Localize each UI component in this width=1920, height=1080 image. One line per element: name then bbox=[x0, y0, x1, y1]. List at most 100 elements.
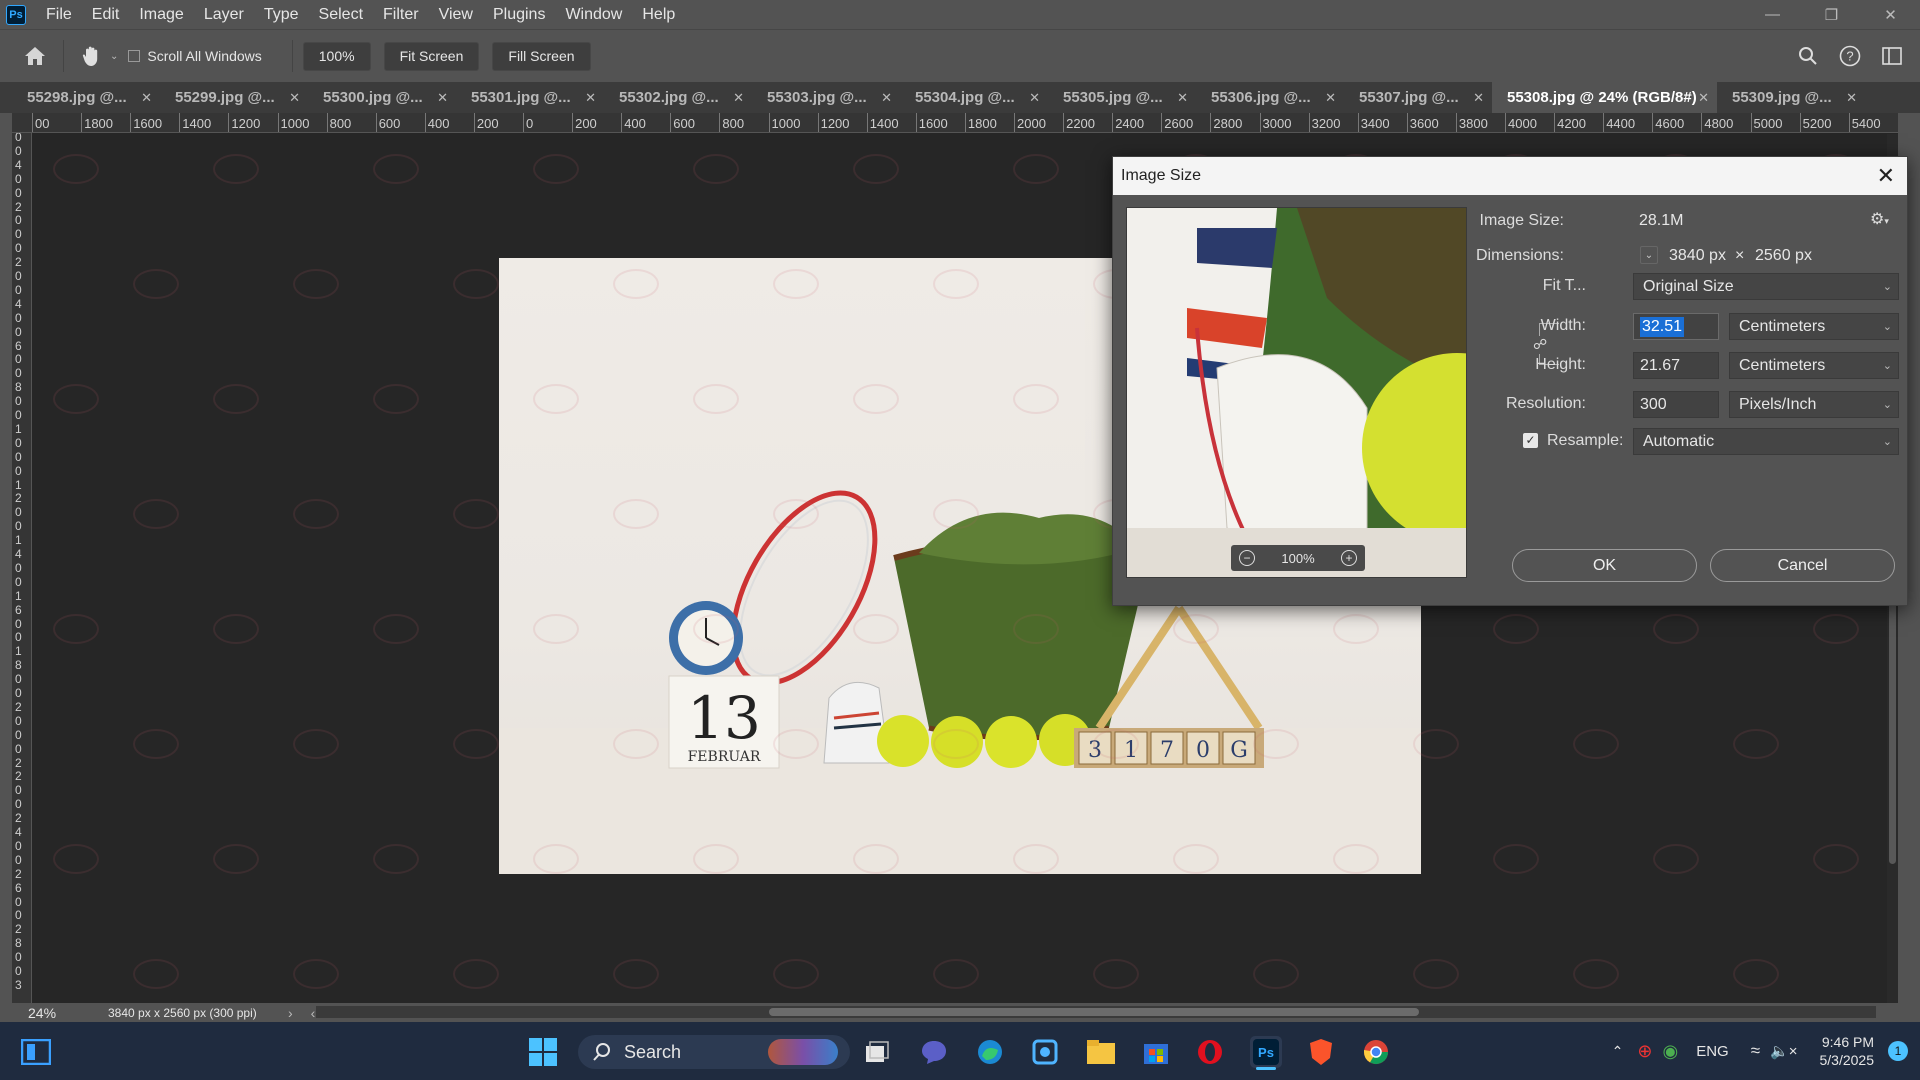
menu-type[interactable]: Type bbox=[254, 0, 309, 29]
help-icon[interactable]: ? bbox=[1836, 38, 1864, 74]
menu-layer[interactable]: Layer bbox=[194, 0, 254, 29]
resolution-unit-select[interactable]: Pixels/Inch ⌄ bbox=[1729, 391, 1899, 418]
chevron-right-icon[interactable]: › bbox=[288, 1005, 293, 1021]
tab-close-icon[interactable]: ✕ bbox=[733, 90, 744, 106]
status-zoom[interactable]: 24% bbox=[28, 1005, 108, 1021]
document-tab[interactable]: 55299.jpg @... ✕ bbox=[160, 82, 308, 113]
document-tab[interactable]: 55298.jpg @... ✕ bbox=[12, 82, 160, 113]
close-window-icon[interactable]: ✕ bbox=[1861, 0, 1920, 29]
menu-view[interactable]: View bbox=[429, 0, 483, 29]
document-tab[interactable]: 55304.jpg @... ✕ bbox=[900, 82, 1048, 113]
chrome-icon[interactable] bbox=[1360, 1036, 1392, 1068]
photoshop-taskbar-icon[interactable]: Ps bbox=[1250, 1036, 1282, 1068]
speaker-muted-icon[interactable]: 🔈× bbox=[1770, 1042, 1797, 1060]
document-tab[interactable]: 55302.jpg @... ✕ bbox=[604, 82, 752, 113]
horizontal-scrollbar[interactable] bbox=[316, 1006, 1876, 1018]
wifi-icon[interactable]: ≈ bbox=[1751, 1041, 1760, 1061]
file-explorer-icon[interactable] bbox=[1085, 1036, 1117, 1068]
height-input[interactable]: 21.67 bbox=[1633, 352, 1719, 379]
restore-icon[interactable]: ❐ bbox=[1802, 0, 1861, 29]
cancel-button[interactable]: Cancel bbox=[1710, 549, 1895, 582]
workspace-icon[interactable] bbox=[1878, 38, 1906, 74]
edge-browser-icon[interactable] bbox=[974, 1036, 1006, 1068]
close-icon[interactable]: ✕ bbox=[1877, 163, 1895, 189]
document-tab[interactable]: 55305.jpg @... ✕ bbox=[1048, 82, 1196, 113]
ok-button[interactable]: OK bbox=[1512, 549, 1697, 582]
tab-close-icon[interactable]: ✕ bbox=[1846, 90, 1857, 106]
document-tab[interactable]: 55301.jpg @... ✕ bbox=[456, 82, 604, 113]
zoom-out-icon[interactable]: − bbox=[1239, 550, 1255, 566]
gear-icon[interactable]: ⚙▾ bbox=[1870, 209, 1889, 229]
document-tab[interactable]: 55300.jpg @... ✕ bbox=[308, 82, 456, 113]
menu-select[interactable]: Select bbox=[309, 0, 373, 29]
resample-checkbox[interactable]: ✓ bbox=[1523, 433, 1538, 448]
height-unit-select[interactable]: Centimeters ⌄ bbox=[1729, 352, 1899, 379]
image-preview[interactable]: − 100% + bbox=[1126, 207, 1467, 578]
zoom-100-button[interactable]: 100% bbox=[302, 41, 371, 71]
task-view-icon[interactable] bbox=[861, 1036, 893, 1068]
tab-close-icon[interactable]: ✕ bbox=[585, 90, 596, 106]
tab-close-icon[interactable]: ✕ bbox=[289, 90, 300, 106]
menu-edit[interactable]: Edit bbox=[82, 0, 130, 29]
clock[interactable]: 9:46 PM 5/3/2025 bbox=[1820, 1033, 1875, 1069]
scroll-all-windows-checkbox[interactable]: Scroll All Windows bbox=[128, 48, 262, 64]
tab-close-icon[interactable]: ✕ bbox=[881, 90, 892, 106]
zoom-in-icon[interactable]: + bbox=[1341, 550, 1357, 566]
menu-plugins[interactable]: Plugins bbox=[483, 0, 555, 29]
tab-close-icon[interactable]: ✕ bbox=[1325, 90, 1336, 106]
widgets-icon[interactable] bbox=[20, 1036, 52, 1068]
fit-to-select[interactable]: Original Size ⌄ bbox=[1633, 273, 1899, 300]
height-label: Height: bbox=[1535, 356, 1586, 373]
resample-select[interactable]: Automatic ⌄ bbox=[1633, 428, 1899, 455]
dialog-titlebar[interactable]: Image Size ✕ bbox=[1113, 157, 1907, 195]
menu-file[interactable]: File bbox=[36, 0, 82, 29]
chevron-down-icon[interactable]: ⌄ bbox=[110, 51, 118, 62]
checkbox-box[interactable] bbox=[128, 50, 141, 62]
chevron-left-icon[interactable]: ‹ bbox=[311, 1005, 316, 1021]
chevron-up-icon[interactable]: ⌃ bbox=[1612, 1043, 1624, 1060]
document-tab[interactable]: 55307.jpg @... ✕ bbox=[1344, 82, 1492, 113]
store-icon[interactable] bbox=[1140, 1036, 1172, 1068]
network-status-icon[interactable]: ◉ bbox=[1662, 1041, 1678, 1062]
scroll-thumb[interactable] bbox=[769, 1008, 1419, 1016]
document-tab[interactable]: 55308.jpg @ 24% (RGB/8#) ✕ bbox=[1492, 82, 1717, 113]
vpn-icon[interactable]: ⊕ bbox=[1637, 1041, 1652, 1062]
menu-filter[interactable]: Filter bbox=[373, 0, 429, 29]
width-input[interactable]: 32.51 bbox=[1633, 313, 1719, 340]
watermark-mark bbox=[1813, 844, 1859, 874]
width-unit-select[interactable]: Centimeters ⌄ bbox=[1729, 313, 1899, 340]
brave-icon[interactable] bbox=[1305, 1036, 1337, 1068]
document-tab[interactable]: 55306.jpg @... ✕ bbox=[1196, 82, 1344, 113]
resolution-input[interactable]: 300 bbox=[1633, 391, 1719, 418]
tab-close-icon[interactable]: ✕ bbox=[141, 90, 152, 106]
search-icon[interactable] bbox=[1794, 38, 1822, 74]
tab-close-icon[interactable]: ✕ bbox=[1698, 90, 1709, 106]
document-tab[interactable]: 55303.jpg @... ✕ bbox=[752, 82, 900, 113]
camera-app-icon[interactable] bbox=[1029, 1036, 1061, 1068]
chat-icon[interactable] bbox=[918, 1036, 950, 1068]
menu-image[interactable]: Image bbox=[129, 0, 193, 29]
link-icon[interactable]: ☍ bbox=[1533, 336, 1547, 354]
photoshop-logo[interactable]: Ps bbox=[6, 4, 26, 25]
notification-badge[interactable]: 1 bbox=[1888, 1041, 1908, 1061]
tab-close-icon[interactable]: ✕ bbox=[1473, 90, 1484, 106]
ruler-tick-label: 0 bbox=[15, 143, 22, 158]
tab-close-icon[interactable]: ✕ bbox=[437, 90, 448, 106]
taskbar-search[interactable]: Search bbox=[578, 1035, 850, 1069]
document-tab[interactable]: 55309.jpg @... ✕ bbox=[1717, 82, 1865, 113]
opera-icon[interactable] bbox=[1194, 1036, 1226, 1068]
start-icon[interactable] bbox=[527, 1036, 559, 1068]
menu-window[interactable]: Window bbox=[555, 0, 632, 29]
dimensions-dropdown-icon[interactable]: ⌄ bbox=[1640, 246, 1658, 264]
tab-close-icon[interactable]: ✕ bbox=[1177, 90, 1188, 106]
vertical-ruler[interactable]: 0040020002004006008001000120014001600180… bbox=[12, 133, 32, 1003]
language-indicator[interactable]: ENG bbox=[1696, 1043, 1729, 1060]
tab-close-icon[interactable]: ✕ bbox=[1029, 90, 1040, 106]
hand-tool-icon[interactable] bbox=[74, 38, 110, 74]
horizontal-ruler[interactable]: 00 1800 1600 1400 1200 1000 800 600 400 200 0 200 40… bbox=[12, 113, 1898, 133]
fit-screen-button[interactable]: Fit Screen bbox=[383, 41, 480, 71]
home-icon[interactable] bbox=[17, 38, 53, 74]
menu-help[interactable]: Help bbox=[632, 0, 685, 29]
fill-screen-button[interactable]: Fill Screen bbox=[492, 41, 591, 71]
minimize-icon[interactable]: — bbox=[1743, 0, 1802, 29]
